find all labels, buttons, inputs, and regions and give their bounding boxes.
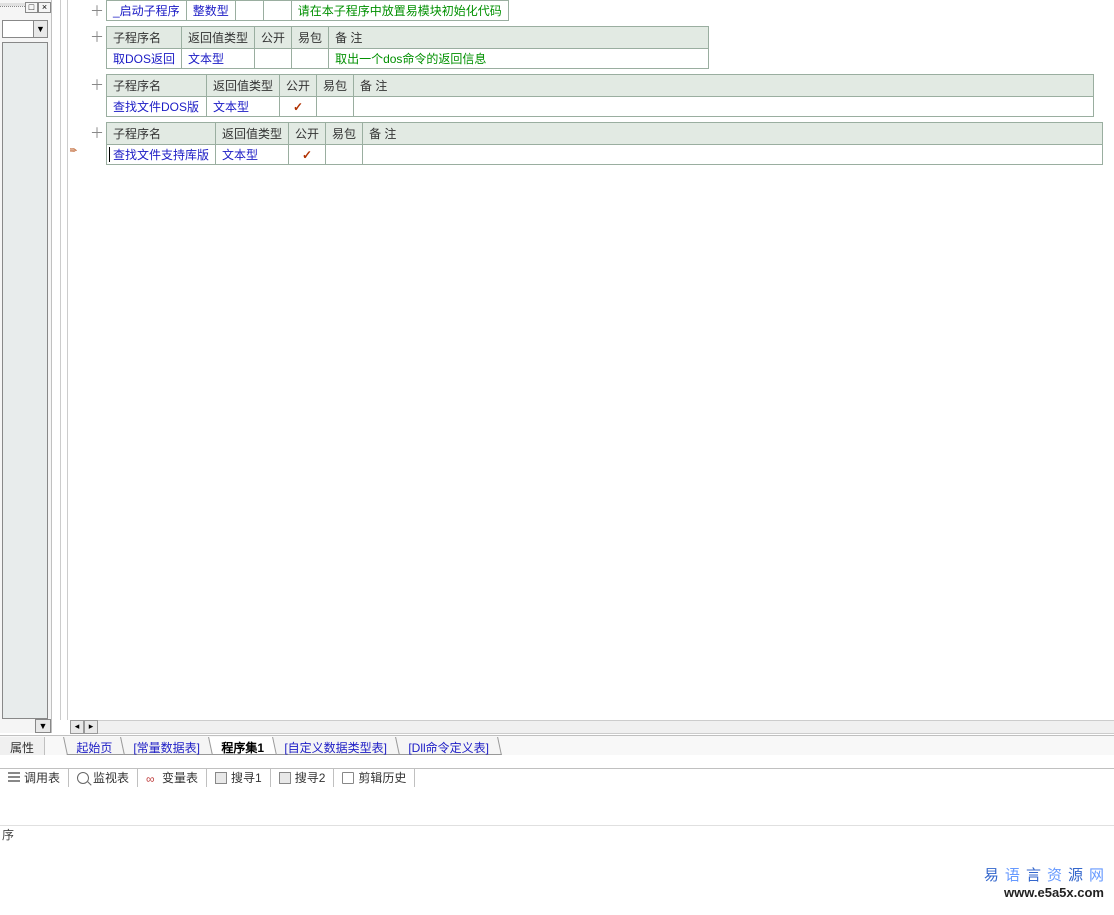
tooltab-var-table[interactable]: 变量表 <box>138 769 207 787</box>
tooltab-label: 调用表 <box>24 769 60 786</box>
edit-marker-icon: ✎ <box>70 143 80 159</box>
expand-marker-icon[interactable]: ＋ <box>90 75 100 95</box>
col-ret-header: 返回值类型 <box>182 27 255 49</box>
panel-buttons: □ × <box>25 2 51 13</box>
sub-note-cell[interactable]: 请在本子程序中放置易模块初始化代码 <box>291 1 508 21</box>
sub-name-cell[interactable]: _启动子程序 <box>107 1 187 21</box>
col-note-header: 备 注 <box>329 27 709 49</box>
search-icon <box>279 772 291 784</box>
sub-public-cell[interactable]: ✓ <box>280 97 317 117</box>
col-subname-header: 子程序名 <box>107 75 207 97</box>
col-subname-header: 子程序名 <box>107 123 216 145</box>
magnifier-icon <box>77 772 89 784</box>
subroutine-row: ＋ _启动子程序 整数型 请在本子程序中放置易模块初始化代码 <box>70 0 1114 21</box>
subroutine-row: ✎ ＋ 子程序名 返回值类型 公开 易包 备 注 查找文件支持库版 文本型 ✓ <box>70 122 1114 165</box>
sub-ret-cell[interactable]: 文本型 <box>207 97 280 117</box>
subroutine-table[interactable]: 子程序名 返回值类型 公开 易包 备 注 取DOS返回 文本型 取出一个dos命… <box>106 26 709 69</box>
sub-name-cell[interactable]: 查找文件支持库版 <box>107 145 216 165</box>
sub-ret-cell[interactable]: 整数型 <box>186 1 235 21</box>
col-public-header: 公开 <box>280 75 317 97</box>
col-note-header: 备 注 <box>354 75 1094 97</box>
sub-public-cell[interactable] <box>235 1 263 21</box>
col-pkg-header: 易包 <box>317 75 354 97</box>
col-public-header: 公开 <box>289 123 326 145</box>
subroutine-row: ＋ 子程序名 返回值类型 公开 易包 备 注 取DOS返回 文本型 取出一个do… <box>70 26 1114 69</box>
expand-marker-icon[interactable]: ＋ <box>90 27 100 47</box>
tab-custom-types[interactable]: [自定义数据类型表] <box>271 737 399 755</box>
tooltab-label: 搜寻1 <box>231 769 262 786</box>
list-icon <box>8 772 20 784</box>
tooltab-search1[interactable]: 搜寻1 <box>207 769 271 787</box>
watermark: 易语言资源网 www.e5a5x.com <box>984 867 1104 901</box>
expand-marker-icon[interactable]: ＋ <box>90 123 100 143</box>
sub-note-cell[interactable]: 取出一个dos命令的返回信息 <box>329 49 709 69</box>
panel-bottom-dropdown-icon[interactable]: ▼ <box>35 719 51 733</box>
subroutine-table[interactable]: 子程序名 返回值类型 公开 易包 备 注 查找文件DOS版 文本型 ✓ <box>106 74 1094 117</box>
tooltab-clip-history[interactable]: 剪辑历史 <box>334 769 415 787</box>
tooltab-label: 监视表 <box>93 769 129 786</box>
col-ret-header: 返回值类型 <box>216 123 289 145</box>
expand-marker-icon[interactable]: ＋ <box>90 1 100 21</box>
tooltab-call-table[interactable]: 调用表 <box>0 769 69 787</box>
tooltab-label: 变量表 <box>162 769 198 786</box>
sub-name-cell[interactable]: 查找文件DOS版 <box>107 97 207 117</box>
col-ret-header: 返回值类型 <box>207 75 280 97</box>
sub-pkg-cell[interactable] <box>317 97 354 117</box>
col-pkg-header: 易包 <box>292 27 329 49</box>
tooltab-watch-table[interactable]: 监视表 <box>69 769 138 787</box>
tooltab-search2[interactable]: 搜寻2 <box>271 769 335 787</box>
file-tabs: 起始页 [常量数据表] 程序集1 [自定义数据类型表] [Dll命令定义表] <box>65 737 499 755</box>
sub-ret-cell[interactable]: 文本型 <box>216 145 289 165</box>
panel-dropdown[interactable]: ▼ <box>2 20 48 38</box>
panel-body <box>2 42 48 719</box>
scroll-right-button[interactable]: ▸ <box>84 720 98 734</box>
tooltab-label: 搜寻2 <box>295 769 326 786</box>
sub-public-cell[interactable] <box>255 49 292 69</box>
code-editor-area: ＋ _启动子程序 整数型 请在本子程序中放置易模块初始化代码 ＋ 子程序名 返回… <box>70 0 1114 720</box>
subroutine-row: ＋ 子程序名 返回值类型 公开 易包 备 注 查找文件DOS版 文本型 ✓ <box>70 74 1114 117</box>
tab-start-page[interactable]: 起始页 <box>63 737 125 755</box>
sub-ret-cell[interactable]: 文本型 <box>182 49 255 69</box>
col-public-header: 公开 <box>255 27 292 49</box>
watermark-url: www.e5a5x.com <box>984 885 1104 901</box>
left-side-panel: □ × ▼ ▼ <box>0 0 52 733</box>
sub-note-cell[interactable] <box>363 145 1103 165</box>
search-icon <box>215 772 227 784</box>
col-subname-header: 子程序名 <box>107 27 182 49</box>
sub-note-cell[interactable] <box>354 97 1094 117</box>
sub-pkg-cell[interactable] <box>292 49 329 69</box>
tool-tabs-bar: 调用表 监视表 变量表 搜寻1 搜寻2 剪辑历史 <box>0 768 1114 786</box>
variable-icon <box>146 772 158 784</box>
sub-pkg-cell[interactable] <box>263 1 291 21</box>
col-note-header: 备 注 <box>363 123 1103 145</box>
tab-program-set[interactable]: 程序集1 <box>208 737 277 755</box>
scroll-track[interactable] <box>98 720 1114 734</box>
editor-tabs-bar: 属性 起始页 [常量数据表] 程序集1 [自定义数据类型表] [Dll命令定义表… <box>0 735 1114 755</box>
scroll-left-button[interactable]: ◂ <box>70 720 84 734</box>
tooltab-label: 剪辑历史 <box>358 769 406 786</box>
status-text: 序 <box>2 828 14 842</box>
watermark-cn: 易语言资源网 <box>984 867 1104 885</box>
panel-dock-button[interactable]: □ <box>25 2 38 13</box>
subroutine-table[interactable]: _启动子程序 整数型 请在本子程序中放置易模块初始化代码 <box>106 0 509 21</box>
clipboard-icon <box>342 772 354 784</box>
editor-gutter <box>60 0 68 720</box>
subroutine-table[interactable]: 子程序名 返回值类型 公开 易包 备 注 查找文件支持库版 文本型 ✓ <box>106 122 1103 165</box>
sub-pkg-cell[interactable] <box>326 145 363 165</box>
property-tab[interactable]: 属性 <box>0 737 45 755</box>
horizontal-scrollbar[interactable]: ◂ ▸ <box>70 720 1114 734</box>
sub-public-cell[interactable]: ✓ <box>289 145 326 165</box>
panel-dropdown-arrow-icon[interactable]: ▼ <box>33 21 47 37</box>
tab-const-table[interactable]: [常量数据表] <box>120 737 212 755</box>
col-pkg-header: 易包 <box>326 123 363 145</box>
status-bar: 序 <box>0 825 1114 843</box>
tab-dll-commands[interactable]: [Dll命令定义表] <box>395 737 501 755</box>
panel-close-button[interactable]: × <box>38 2 51 13</box>
sub-name-cell[interactable]: 取DOS返回 <box>107 49 182 69</box>
